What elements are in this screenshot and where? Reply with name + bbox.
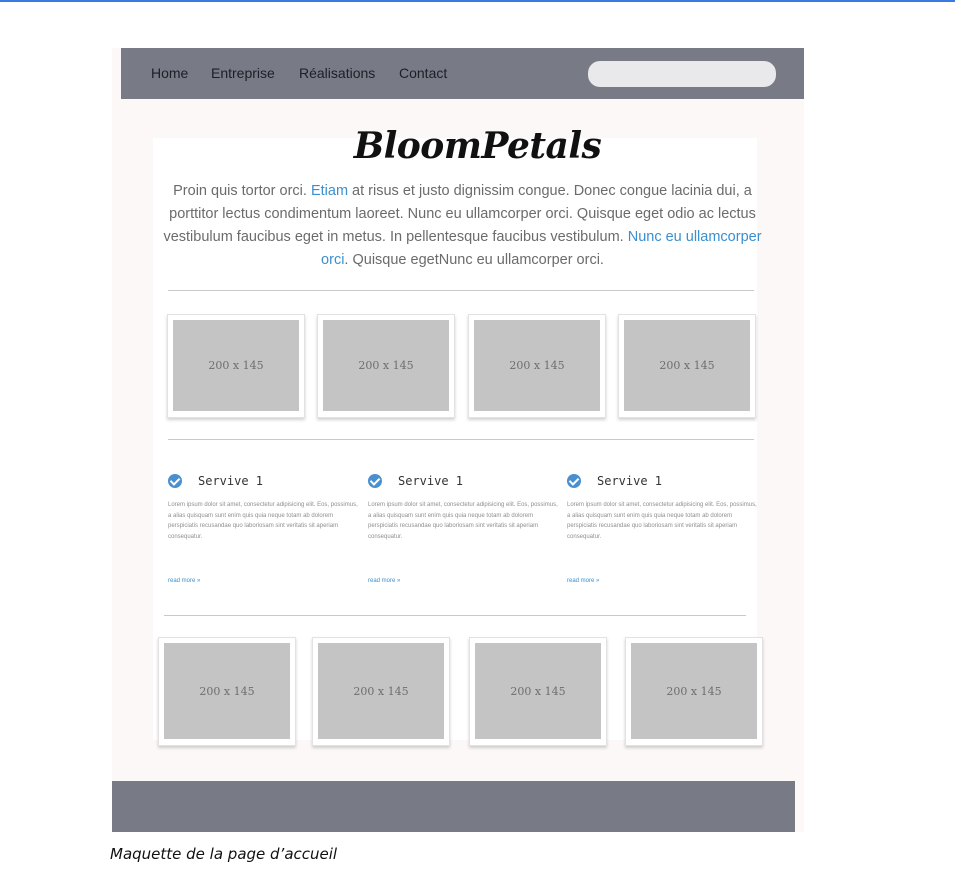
intro-text-3: . Quisque egetNunc eu ullamcorper orci. xyxy=(344,252,604,268)
search-input[interactable] xyxy=(588,61,776,87)
figure-caption: Maquette de la page d’accueil xyxy=(110,845,338,863)
gallery-top-tile-4: 200 x 145 xyxy=(618,314,756,418)
nav-home[interactable]: Home xyxy=(151,65,188,81)
gallery-bottom-tile-2: 200 x 145 xyxy=(312,637,450,746)
image-placeholder: 200 x 145 xyxy=(164,643,290,739)
divider xyxy=(164,615,746,616)
navbar: Home Entreprise Réalisations Contact xyxy=(121,48,804,99)
read-more-link[interactable]: read more » xyxy=(168,578,200,584)
image-placeholder: 200 x 145 xyxy=(474,320,600,411)
service-description: Lorem ipsum dolor sit amet, consectetur … xyxy=(567,502,757,540)
service-title: Servive 1 xyxy=(398,474,464,488)
check-circle-icon xyxy=(567,474,581,488)
service-title: Servive 1 xyxy=(198,474,264,488)
gallery-bottom-tile-3: 200 x 145 xyxy=(469,637,607,746)
check-circle-icon xyxy=(168,474,182,488)
top-accent-line xyxy=(0,0,955,2)
gallery-bottom-tile-4: 200 x 145 xyxy=(625,637,763,746)
read-more-link[interactable]: read more » xyxy=(567,578,599,584)
nav-realisations[interactable]: Réalisations xyxy=(299,65,375,81)
divider xyxy=(168,290,754,291)
intro-text-1: Proin quis tortor orci. xyxy=(173,183,311,199)
service-description: Lorem ipsum dolor sit amet, consectetur … xyxy=(168,502,358,540)
gallery-bottom-tile-1: 200 x 145 xyxy=(158,637,296,746)
image-placeholder: 200 x 145 xyxy=(624,320,750,411)
gallery-top-tile-2: 200 x 145 xyxy=(317,314,455,418)
image-placeholder: 200 x 145 xyxy=(631,643,757,739)
gallery-top-tile-1: 200 x 145 xyxy=(167,314,305,418)
nav-contact[interactable]: Contact xyxy=(399,65,447,81)
image-placeholder: 200 x 145 xyxy=(318,643,444,739)
intro-text: Proin quis tortor orci. Etiam at risus e… xyxy=(160,180,765,272)
image-placeholder: 200 x 145 xyxy=(475,643,601,739)
read-more-link[interactable]: read more » xyxy=(368,578,400,584)
footer-bar xyxy=(112,781,795,832)
image-placeholder: 200 x 145 xyxy=(173,320,299,411)
image-placeholder: 200 x 145 xyxy=(323,320,449,411)
brand-logo: BloomPetals xyxy=(353,125,602,167)
check-circle-icon xyxy=(368,474,382,488)
gallery-top-tile-3: 200 x 145 xyxy=(468,314,606,418)
divider xyxy=(168,439,754,440)
service-header: Servive 1 xyxy=(368,472,463,490)
service-header: Servive 1 xyxy=(567,472,662,490)
service-header: Servive 1 xyxy=(168,472,263,490)
nav-entreprise[interactable]: Entreprise xyxy=(211,65,275,81)
service-description: Lorem ipsum dolor sit amet, consectetur … xyxy=(368,502,558,540)
intro-link-1[interactable]: Etiam xyxy=(311,183,348,199)
service-title: Servive 1 xyxy=(597,474,663,488)
